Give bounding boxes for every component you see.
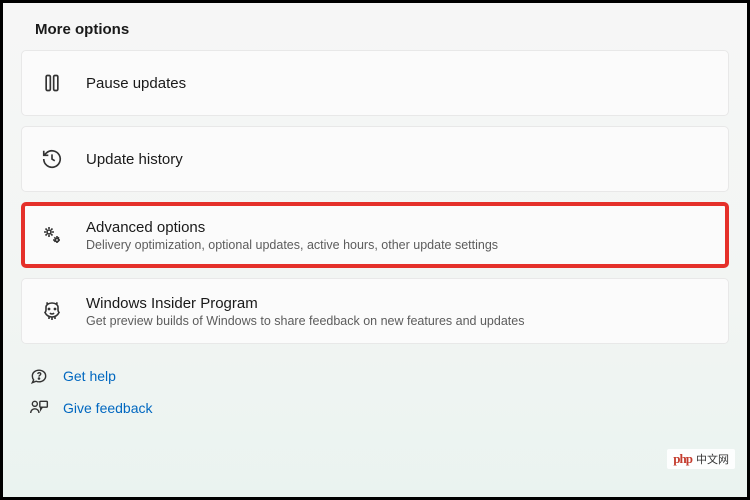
update-history-label: Update history	[86, 151, 183, 168]
get-help-label: Get help	[63, 368, 116, 384]
feedback-icon	[29, 398, 49, 418]
give-feedback-link[interactable]: Give feedback	[29, 398, 729, 418]
gears-icon	[40, 223, 64, 247]
pause-icon	[40, 71, 64, 95]
insider-program-card[interactable]: Windows Insider Program Get preview buil…	[21, 278, 729, 344]
advanced-options-subtitle: Delivery optimization, optional updates,…	[86, 238, 498, 252]
help-icon	[29, 366, 49, 386]
insider-program-subtitle: Get preview builds of Windows to share f…	[86, 314, 524, 328]
insider-icon	[40, 299, 64, 323]
history-icon	[40, 147, 64, 171]
pause-updates-label: Pause updates	[86, 75, 186, 92]
get-help-link[interactable]: Get help	[29, 366, 729, 386]
advanced-options-label: Advanced options	[86, 219, 498, 236]
watermark: php 中文网	[667, 449, 735, 469]
watermark-text: 中文网	[696, 451, 729, 467]
watermark-brand: php	[673, 451, 692, 467]
section-title: More options	[35, 21, 729, 38]
update-history-card[interactable]: Update history	[21, 126, 729, 192]
insider-program-label: Windows Insider Program	[86, 295, 524, 312]
give-feedback-label: Give feedback	[63, 400, 153, 416]
pause-updates-card[interactable]: Pause updates	[21, 50, 729, 116]
advanced-options-card[interactable]: Advanced options Delivery optimization, …	[21, 202, 729, 268]
